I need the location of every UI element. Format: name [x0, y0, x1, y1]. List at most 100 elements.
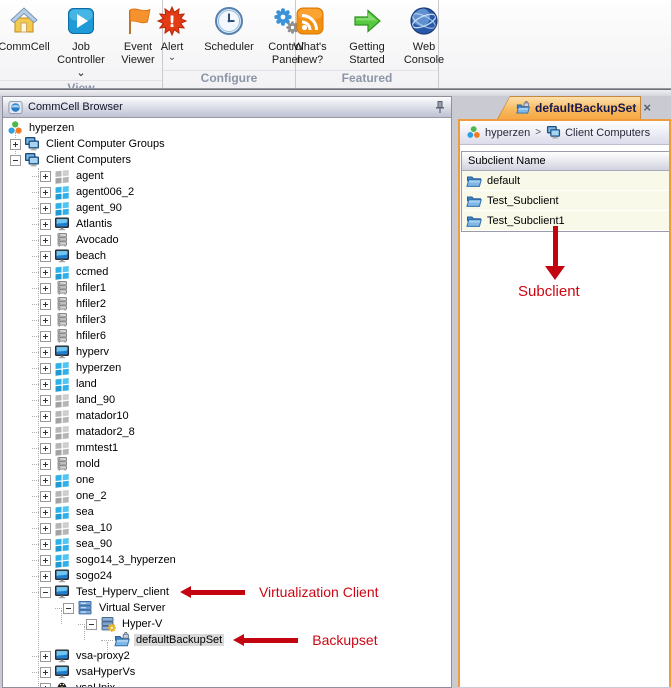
- breadcrumb-item-hyperzen[interactable]: hyperzen: [466, 125, 530, 140]
- tree-item-test-hyperv-client[interactable]: Test_Hyperv_clientVirtualization Client: [3, 584, 451, 600]
- alert-button[interactable]: !Alert⌄: [145, 5, 199, 62]
- tree-item-virtual-server[interactable]: Virtual Server: [3, 600, 451, 616]
- tree-item-hfiler2[interactable]: hfiler2: [3, 296, 451, 312]
- tree-item-client-computer-groups[interactable]: Client Computer Groups: [3, 136, 451, 152]
- expand-plus-icon[interactable]: [40, 411, 51, 422]
- tree-item-sogo14-3-hyperzen[interactable]: sogo14_3_hyperzen: [3, 552, 451, 568]
- tree-item-one[interactable]: one: [3, 472, 451, 488]
- scheduler-button[interactable]: Scheduler: [202, 5, 256, 54]
- tree-item-hfiler6[interactable]: hfiler6: [3, 328, 451, 344]
- expand-plus-icon[interactable]: [40, 651, 51, 662]
- whats-new-button[interactable]: What's new?: [283, 5, 337, 67]
- commcell-button[interactable]: CommCell: [0, 5, 51, 54]
- subclient-name: default: [487, 175, 520, 187]
- subclient-arrow-head: [545, 266, 565, 280]
- expand-plus-icon[interactable]: [40, 267, 51, 278]
- expand-plus-icon[interactable]: [40, 171, 51, 182]
- tree-item-mold[interactable]: mold: [3, 456, 451, 472]
- tree-item-hfiler1[interactable]: hfiler1: [3, 280, 451, 296]
- subclient-name-column-header[interactable]: Subclient Name: [462, 152, 669, 171]
- collapse-minus-icon[interactable]: [10, 155, 21, 166]
- tree-item-land-90[interactable]: land_90: [3, 392, 451, 408]
- tree-item-matador10[interactable]: matador10: [3, 408, 451, 424]
- expand-plus-icon[interactable]: [40, 219, 51, 230]
- tree-item-agent[interactable]: agent: [3, 168, 451, 184]
- pin-icon[interactable]: [434, 100, 446, 114]
- subclient-row-test-subclient[interactable]: Test_Subclient: [462, 191, 669, 211]
- tree-item-beach[interactable]: beach: [3, 248, 451, 264]
- tree-item-label: hfiler6: [74, 330, 108, 342]
- tree-connector: [32, 400, 39, 401]
- collapse-minus-icon[interactable]: [86, 619, 97, 630]
- tree-item-client-computers[interactable]: Client Computers: [3, 152, 451, 168]
- svg-text:!: !: [168, 12, 175, 31]
- tree-item-sea-10[interactable]: sea_10: [3, 520, 451, 536]
- expand-plus-icon[interactable]: [40, 683, 51, 688]
- expand-plus-icon[interactable]: [40, 187, 51, 198]
- tree-item-agent-90[interactable]: agent_90: [3, 200, 451, 216]
- expand-plus-icon[interactable]: [40, 203, 51, 214]
- expand-plus-icon[interactable]: [40, 427, 51, 438]
- expand-plus-icon[interactable]: [40, 459, 51, 470]
- tree-item-hyper-v[interactable]: Hyper-V: [3, 616, 451, 632]
- tree-item-atlantis[interactable]: Atlantis: [3, 216, 451, 232]
- tree-item-avocado[interactable]: Avocado: [3, 232, 451, 248]
- commcell-browser-panel: CommCell Browser hyperzenClient Computer…: [2, 96, 452, 688]
- job-controller-button[interactable]: Job Controller ⌄: [54, 5, 108, 80]
- tree-item-mmtest1[interactable]: mmtest1: [3, 440, 451, 456]
- tree-item-matador2-8[interactable]: matador2_8: [3, 424, 451, 440]
- tab-defaultbackupset[interactable]: defaultBackupSet ×: [497, 96, 641, 119]
- windows-blue-icon: [54, 536, 70, 552]
- subclient-row-test-subclient1[interactable]: Test_Subclient1: [462, 211, 669, 231]
- expand-plus-icon[interactable]: [40, 491, 51, 502]
- subclient-row-default[interactable]: default: [462, 171, 669, 191]
- tree-item-vsaunix[interactable]: vsaUnix: [3, 680, 451, 687]
- expand-plus-icon[interactable]: [40, 283, 51, 294]
- expand-plus-icon[interactable]: [40, 363, 51, 374]
- expand-plus-icon[interactable]: [40, 251, 51, 262]
- expand-plus-icon[interactable]: [40, 475, 51, 486]
- tree-item-sogo24[interactable]: sogo24: [3, 568, 451, 584]
- tree-item-ccmed[interactable]: ccmed: [3, 264, 451, 280]
- tree-connector: [32, 304, 39, 305]
- expand-plus-icon[interactable]: [40, 667, 51, 678]
- tree-connector: [32, 288, 39, 289]
- expand-plus-icon[interactable]: [40, 347, 51, 358]
- getting-started-button[interactable]: Getting Started: [340, 5, 394, 67]
- tree-item-vsahypervs[interactable]: vsaHyperVs: [3, 664, 451, 680]
- tree-item-hyperzen[interactable]: hyperzen: [3, 120, 451, 136]
- getting-started-label: Getting Started: [342, 41, 392, 67]
- tab-close-icon[interactable]: ×: [643, 103, 651, 113]
- breadcrumb-item-client-computers[interactable]: Client Computers: [546, 125, 650, 140]
- expand-plus-icon[interactable]: [40, 539, 51, 550]
- tree-item-one-2[interactable]: one_2: [3, 488, 451, 504]
- expand-plus-icon[interactable]: [40, 443, 51, 454]
- tree-item-vsa-proxy2[interactable]: vsa-proxy2: [3, 648, 451, 664]
- expand-plus-icon[interactable]: [40, 235, 51, 246]
- expand-plus-icon[interactable]: [40, 507, 51, 518]
- tree-item-sea[interactable]: sea: [3, 504, 451, 520]
- expand-plus-icon[interactable]: [40, 523, 51, 534]
- expand-plus-icon[interactable]: [40, 315, 51, 326]
- tree-connector: [32, 384, 39, 385]
- expand-plus-icon[interactable]: [10, 139, 21, 150]
- filer-icon: [54, 312, 70, 328]
- collapse-minus-icon[interactable]: [40, 587, 51, 598]
- tree-item-hyperv[interactable]: hyperv: [3, 344, 451, 360]
- expand-plus-icon[interactable]: [40, 555, 51, 566]
- expand-plus-icon[interactable]: [40, 395, 51, 406]
- expand-plus-icon[interactable]: [40, 571, 51, 582]
- tree-connector: [32, 544, 39, 545]
- expand-plus-icon[interactable]: [40, 379, 51, 390]
- tree-item-agent006-2[interactable]: agent006_2: [3, 184, 451, 200]
- panel-title: CommCell Browser: [28, 101, 123, 113]
- tree-item-defaultbackupset[interactable]: defaultBackupSetBackupset: [3, 632, 451, 648]
- ribbon-group-featured: What's new?Getting StartedWeb Console Fe…: [296, 0, 439, 88]
- tree-item-sea-90[interactable]: sea_90: [3, 536, 451, 552]
- expand-plus-icon[interactable]: [40, 299, 51, 310]
- tree-item-land[interactable]: land: [3, 376, 451, 392]
- collapse-minus-icon[interactable]: [63, 603, 74, 614]
- tree-item-hyperzen[interactable]: hyperzen: [3, 360, 451, 376]
- tree-item-hfiler3[interactable]: hfiler3: [3, 312, 451, 328]
- expand-plus-icon[interactable]: [40, 331, 51, 342]
